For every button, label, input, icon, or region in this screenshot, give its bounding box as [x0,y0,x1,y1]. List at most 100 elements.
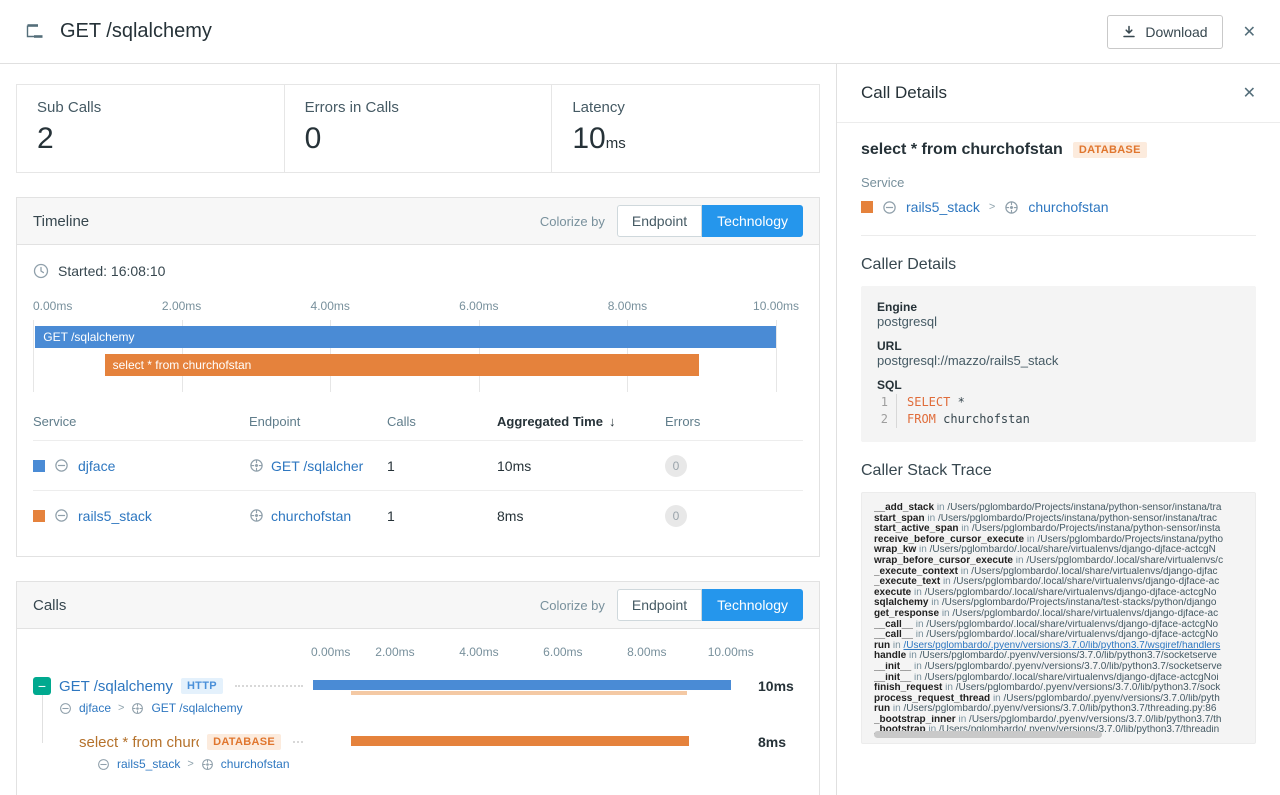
timeline-bar-http[interactable]: GET /sqlalchemy [35,326,776,348]
call-breadcrumb: rails5_stack > churchofstan [97,757,803,771]
stack-in-word: in [1016,556,1024,566]
stack-frame-path: /Users/pglombardo/Projects/instana/pytho [1037,535,1223,545]
axis-tick: 10.00ms [753,299,799,313]
endpoint-link[interactable]: GET /sqlalcher [271,458,363,474]
column-header-service[interactable]: Service [33,414,249,429]
stack-frame-function: sqlalchemy [874,598,928,608]
endpoint-icon [201,758,214,771]
stack-frame-path: /Users/pglombardo/Projects/instana/pytho… [972,524,1220,534]
stack-in-word: in [893,704,901,714]
sql-label: SQL [877,378,1240,392]
service-link[interactable]: djface [78,458,115,474]
breadcrumb-separator: > [118,702,124,714]
stack-frame-path: /Users/pglombardo/.pyenv/versions/3.7.0/… [925,662,1222,672]
stack-in-word: in [909,651,917,661]
call-duration: 8ms [746,734,786,750]
clock-icon [33,263,49,279]
service-label: Service [861,175,1256,190]
colorize-toggle: Endpoint Technology [617,205,803,237]
service-breadcrumb: rails5_stack > churchofstan [861,199,1256,236]
stack-frame-path-link[interactable]: /Users/pglombardo/.pyenv/versions/3.7.0/… [903,641,1220,651]
stat-unit: ms [606,135,626,152]
trace-start-time: Started: 16:08:10 [33,263,803,279]
calls-panel: Calls Colorize by Endpoint Technology 0.… [16,581,820,795]
stack-frame-function: handle [874,651,906,661]
axis-tick: 6.00ms [459,299,498,313]
call-link[interactable]: GET /sqlalchemy [59,678,173,695]
axis-tick: 0.00ms [311,645,350,659]
download-button[interactable]: Download [1107,15,1222,49]
table-row: rails5_stack churchofstan 1 8ms 0 [33,490,803,540]
close-details-button[interactable]: ✕ [1243,83,1256,103]
service-link[interactable]: djface [79,701,111,715]
stack-frame: wrap_kw in /Users/pglombardo/.local/shar… [874,545,1243,556]
stack-frame-path: /Users/pglombardo/.local/share/virtualen… [930,545,1216,555]
close-trace-button[interactable]: ✕ [1243,22,1256,42]
stack-frame-function: get_response [874,609,939,619]
sql-text: churchofstan [936,412,1030,426]
stack-frame-function: run [874,641,890,651]
stat-card-latency: Latency 10ms [551,84,820,173]
horizontal-scrollbar[interactable] [874,731,1102,738]
timeline-bar-database[interactable]: select * from churchofstan [105,354,699,376]
collapse-button[interactable]: − [33,677,51,695]
stack-in-word: in [945,683,953,693]
colorize-endpoint-button[interactable]: Endpoint [617,589,702,621]
calls-panel-title: Calls [33,597,66,614]
endpoint-link[interactable]: churchofstan [221,757,290,771]
url-label: URL [877,339,1240,353]
stack-frame: __call__ in /Users/pglombardo/.local/sha… [874,620,1243,631]
started-label: Started: 16:08:10 [58,263,165,279]
stack-in-word: in [893,641,901,651]
call-details-title: Call Details [861,83,947,103]
stack-frame-path: /Users/pglombardo/.local/share/virtualen… [971,567,1217,577]
stack-frame: process_request_thread in /Users/pglomba… [874,694,1243,705]
stack-in-word: in [1027,535,1035,545]
leader-line [293,741,303,743]
stack-frame-path: /Users/pglombardo/.local/share/virtualen… [954,577,1220,587]
endpoint-link[interactable]: churchofstan [271,508,351,524]
stack-frame: _execute_context in /Users/pglombardo/.l… [874,567,1243,578]
stack-frame: start_active_span in /Users/pglombardo/P… [874,524,1243,535]
service-link[interactable]: rails5_stack [117,757,180,771]
gridline [33,320,34,392]
database-badge: DATABASE [207,734,281,750]
stack-frame: run in /Users/pglombardo/.pyenv/versions… [874,704,1243,715]
endpoint-icon [249,508,264,523]
column-header-errors[interactable]: Errors [665,414,795,429]
aggregated-time-value: 8ms [497,508,665,524]
call-breadcrumb: djface > GET /sqlalchemy [59,701,803,715]
stack-frame-function: run [874,704,890,714]
column-header-endpoint[interactable]: Endpoint [249,414,377,429]
stack-frame: get_response in /Users/pglombardo/.local… [874,609,1243,620]
stack-frame: run in /Users/pglombardo/.pyenv/versions… [874,641,1243,652]
stack-frame-function: wrap_before_cursor_execute [874,556,1013,566]
colorize-endpoint-button[interactable]: Endpoint [617,205,702,237]
trace-main: Sub Calls 2 Errors in Calls 0 Latency 10… [0,64,836,795]
call-link[interactable]: select * from churc... [79,734,199,751]
gridline [776,320,777,392]
sql-line: 1 SELECT * [877,394,1240,411]
stack-frame-function: execute [874,588,911,598]
stack-frame: __init__ in /Users/pglombardo/.local/sha… [874,673,1243,684]
stack-frame: receive_before_cursor_execute in /Users/… [874,535,1243,546]
stack-frame-path: /Users/pglombardo/.pyenv/versions/3.7.0/… [920,651,1217,661]
column-header-calls[interactable]: Calls [377,414,497,429]
endpoint-link[interactable]: churchofstan [1028,199,1108,215]
call-bar-http[interactable] [313,680,731,690]
stack-in-word: in [993,694,1001,704]
endpoint-link[interactable]: GET /sqlalchemy [151,701,242,715]
service-link[interactable]: rails5_stack [906,199,980,215]
call-bar-database[interactable] [351,736,688,746]
colorize-technology-button[interactable]: Technology [702,589,803,621]
stack-frame-function: start_span [874,514,925,524]
call-tree-row-root: − GET /sqlalchemy HTTP 10ms [33,674,803,698]
sql-text: * [950,395,964,409]
service-link[interactable]: rails5_stack [78,508,152,524]
column-header-aggregated-time[interactable]: Aggregated Time ↓ [497,414,665,429]
service-color-swatch [861,201,873,213]
colorize-technology-button[interactable]: Technology [702,205,803,237]
service-table-header: Service Endpoint Calls Aggregated Time ↓… [33,402,803,440]
service-icon [59,702,72,715]
timeline-panel-title: Timeline [33,213,89,230]
